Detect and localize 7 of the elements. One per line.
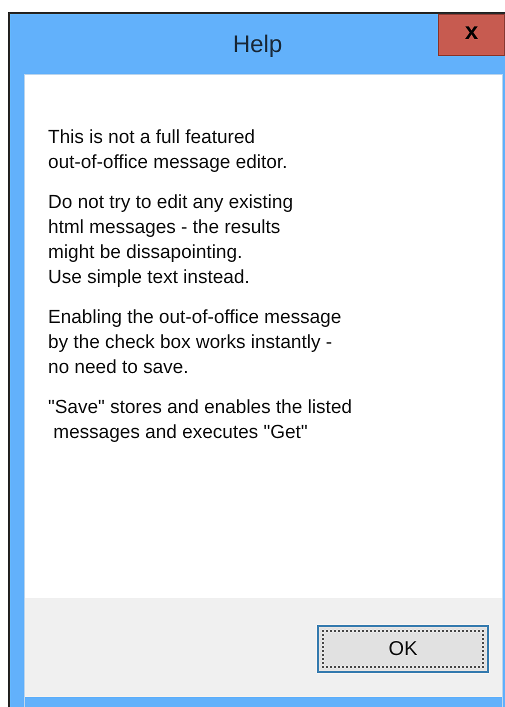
help-paragraph: Do not try to edit any existing html messages - the results might be dissapointing. Use simple text instead. <box>48 191 294 290</box>
window-title: Help <box>232 30 282 60</box>
help-paragraph: Enabling the out-of-office message by the check box works instantly - no need to save. <box>48 306 342 380</box>
help-paragraph: "Save" stores and enables the listed messages and executes "Get" <box>48 396 352 445</box>
ok-button[interactable]: OK <box>317 625 489 673</box>
help-paragraph: This is not a full featured out-of-office message editor. <box>48 126 288 175</box>
close-button[interactable]: x <box>438 14 505 56</box>
